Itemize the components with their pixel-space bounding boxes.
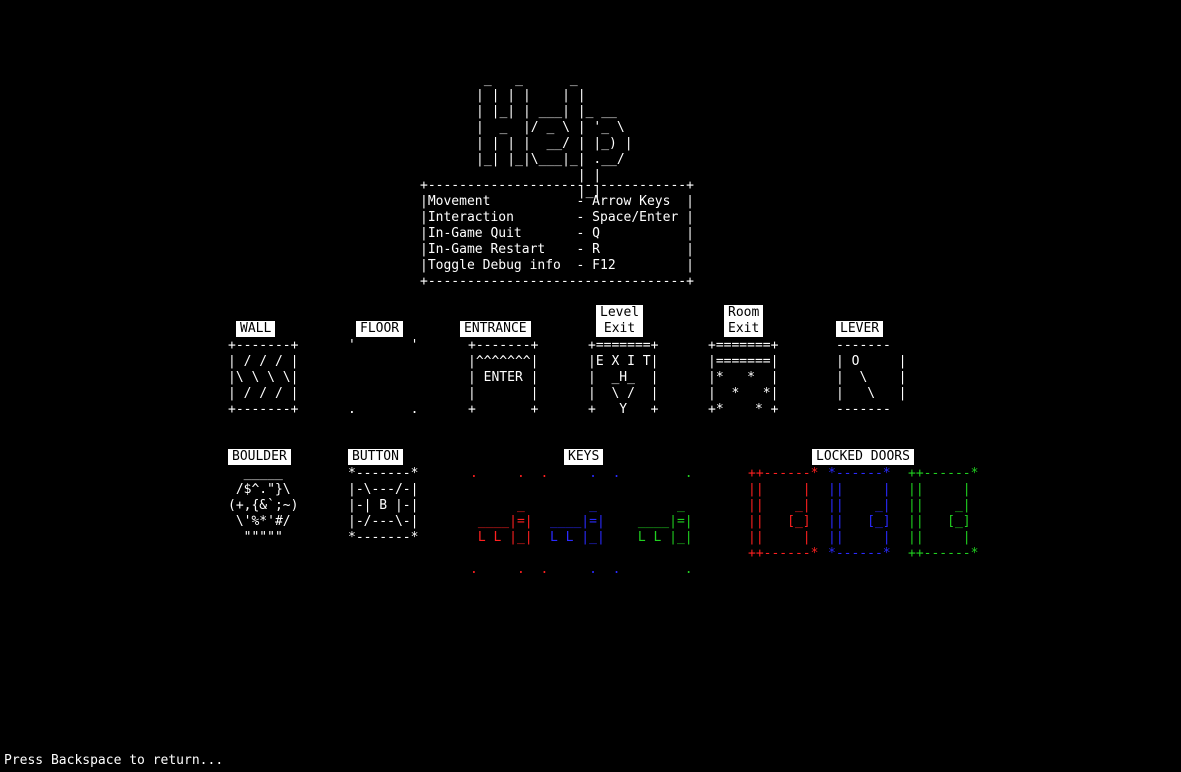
lever-label: LEVER bbox=[836, 321, 884, 337]
level-exit-tile-art: +=======+ |E X I T| | _H_ | | \ / | + Y … bbox=[588, 338, 659, 417]
entrance-label: ENTRANCE bbox=[460, 321, 531, 337]
room-exit-label: Room Exit bbox=[724, 305, 764, 337]
return-prompt: Press Backspace to return... bbox=[4, 753, 224, 768]
room-exit-tile-art: +=======+ |=======| |* * | | * *| +* * + bbox=[708, 338, 779, 417]
wall-label: WALL bbox=[236, 321, 276, 337]
button-tile-art: *-------* |-\---/-| |-| B |-| |-/---\-| … bbox=[348, 466, 419, 545]
red-locked-door-art: ++------* || | || _| || [_] || | ++-----… bbox=[748, 466, 819, 561]
controls-box: +---------------------------------+ |Mov… bbox=[420, 178, 694, 289]
blue-key-art: . . _ ____|=| L L |_| . . bbox=[550, 466, 621, 577]
green-key-art: . _ ____|=| L L |_| . bbox=[637, 466, 693, 577]
blue-locked-door-art: *------* || | || _| || [_] || | *------* bbox=[828, 466, 891, 561]
button-label: BUTTON bbox=[348, 449, 403, 465]
lever-tile-art: ------- | O | | \ | | \ | ------- bbox=[836, 338, 907, 417]
locked-doors-label: LOCKED DOORS bbox=[812, 449, 914, 465]
keys-label: KEYS bbox=[564, 449, 604, 465]
level-exit-label: Level Exit bbox=[596, 305, 644, 337]
entrance-tile-art: +-------+ |^^^^^^^| | ENTER | | | + + bbox=[468, 338, 539, 417]
red-key-art: . . . _ ____|=| L L |_| . . . bbox=[470, 466, 549, 577]
wall-tile-art: +-------+ | / / / | |\ \ \ \| | / / / | … bbox=[228, 338, 299, 417]
green-locked-door-art: ++------* || | || _| || [_] || | ++-----… bbox=[908, 466, 979, 561]
boulder-label: BOULDER bbox=[228, 449, 291, 465]
boulder-tile-art: _____ /$^."}\ (+,{&`;~) \'%*'#/ """"" bbox=[228, 466, 299, 545]
floor-tile-art: ' ' . . bbox=[348, 338, 419, 417]
floor-label: FLOOR bbox=[356, 321, 404, 337]
